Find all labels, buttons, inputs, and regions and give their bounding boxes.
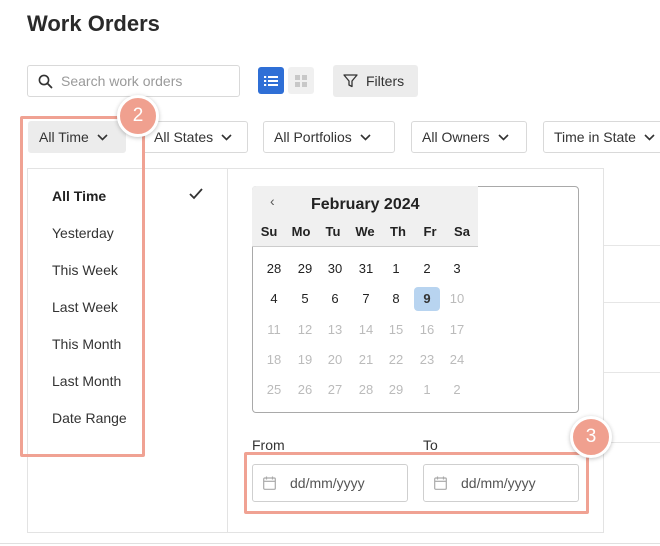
check-icon (189, 188, 203, 200)
filter-icon (343, 74, 358, 88)
chevron-down-icon (360, 133, 371, 141)
chevron-down-icon (221, 133, 232, 141)
states-filter-dropdown[interactable]: All States (142, 121, 248, 153)
filters-label: Filters (366, 73, 405, 89)
calendar-day[interactable]: 2 (414, 257, 440, 281)
weekday-label: Sa (454, 224, 470, 239)
time-option-last-month[interactable]: Last Month (52, 373, 121, 389)
calendar-day-disabled: 29 (388, 382, 404, 397)
portfolios-filter-label: All Portfolios (274, 129, 352, 145)
calendar-day-disabled: 21 (358, 352, 374, 367)
to-label: To (423, 437, 438, 453)
calendar-day-disabled: 22 (388, 352, 404, 367)
previous-month-button[interactable]: ‹ (270, 193, 275, 209)
grid-icon (295, 74, 307, 87)
calendar-day-disabled: 16 (419, 322, 435, 337)
search-icon (38, 74, 53, 88)
time-filter-label: All Time (39, 129, 89, 145)
calendar-day[interactable]: 7 (353, 287, 379, 311)
callout-badge-3: 3 (570, 416, 612, 458)
to-date-field[interactable] (423, 464, 579, 502)
weekday-label: Mo (291, 224, 311, 239)
calendar-month-title: February 2024 (311, 196, 420, 213)
time-option-this-week[interactable]: This Week (52, 262, 118, 278)
filters-button[interactable]: Filters (333, 65, 418, 97)
time-filter-dropdown[interactable]: All Time (28, 121, 126, 153)
from-date-input[interactable] (290, 475, 400, 491)
search-input[interactable] (61, 73, 231, 89)
time-option-yesterday[interactable]: Yesterday (52, 225, 114, 241)
grid-view-button[interactable] (288, 67, 314, 94)
calendar-day-disabled: 26 (297, 382, 313, 397)
calendar-day-disabled: 10 (449, 291, 465, 306)
weekday-label: Th (390, 224, 406, 239)
chevron-down-icon (644, 133, 655, 141)
calendar-icon (263, 476, 276, 490)
callout-badge-2: 2 (117, 95, 159, 137)
calendar-day[interactable]: 1 (383, 257, 409, 281)
time-in-state-label: Time in State (554, 129, 636, 145)
from-date-field[interactable] (252, 464, 408, 502)
calendar-day-disabled: 13 (327, 322, 343, 337)
calendar-day[interactable]: 31 (353, 257, 379, 281)
calendar-day-selected[interactable]: 9 (414, 287, 440, 311)
calendar-day[interactable]: 3 (444, 257, 470, 281)
portfolios-filter-dropdown[interactable]: All Portfolios (263, 121, 395, 153)
calendar-day-disabled: 12 (297, 322, 313, 337)
panel-divider (227, 168, 228, 533)
weekday-label: Fr (423, 224, 437, 239)
list-separator (604, 302, 660, 303)
calendar-day-disabled: 18 (266, 352, 282, 367)
list-view-button[interactable] (258, 67, 284, 94)
weekday-label: Su (260, 224, 278, 239)
from-label: From (252, 437, 285, 453)
time-in-state-dropdown[interactable]: Time in State (543, 121, 660, 153)
time-option-this-month[interactable]: This Month (52, 336, 121, 352)
list-icon (264, 75, 278, 86)
weekday-label: Tu (325, 224, 341, 239)
page-title: Work Orders (27, 11, 160, 36)
calendar-day-disabled: 24 (449, 352, 465, 367)
calendar-day[interactable]: 29 (292, 257, 318, 281)
time-option-all-time[interactable]: All Time (52, 188, 106, 204)
calendar-icon (434, 476, 447, 490)
calendar-day-disabled: 27 (327, 382, 343, 397)
calendar-day[interactable]: 4 (261, 287, 287, 311)
calendar-day-disabled: 11 (267, 322, 281, 337)
calendar-day-disabled: 2 (453, 382, 461, 397)
calendar-day-disabled: 23 (419, 352, 435, 367)
list-separator (604, 245, 660, 246)
search-box[interactable] (27, 65, 240, 97)
chevron-down-icon (498, 133, 509, 141)
calendar-day-disabled: 17 (449, 322, 465, 337)
calendar-day[interactable]: 28 (261, 257, 287, 281)
calendar-day[interactable]: 8 (383, 287, 409, 311)
bottom-divider (0, 543, 660, 544)
calendar-day-disabled: 20 (327, 352, 343, 367)
owners-filter-label: All Owners (422, 129, 490, 145)
calendar-day-disabled: 1 (423, 382, 431, 397)
to-date-input[interactable] (461, 475, 571, 491)
calendar-day-disabled: 25 (266, 382, 282, 397)
calendar-day[interactable]: 5 (292, 287, 318, 311)
calendar-day[interactable]: 30 (322, 257, 348, 281)
calendar-day-disabled: 28 (358, 382, 374, 397)
calendar-day-disabled: 19 (297, 352, 313, 367)
time-option-date-range[interactable]: Date Range (52, 410, 127, 426)
chevron-down-icon (97, 133, 108, 141)
list-separator (604, 442, 660, 443)
time-option-last-week[interactable]: Last Week (52, 299, 118, 315)
list-separator (604, 372, 660, 373)
weekday-label: We (355, 224, 375, 239)
calendar-day-disabled: 14 (358, 322, 374, 337)
owners-filter-dropdown[interactable]: All Owners (411, 121, 527, 153)
states-filter-label: All States (154, 129, 214, 145)
calendar-day[interactable]: 6 (322, 287, 348, 311)
calendar-day-disabled: 15 (388, 322, 404, 337)
